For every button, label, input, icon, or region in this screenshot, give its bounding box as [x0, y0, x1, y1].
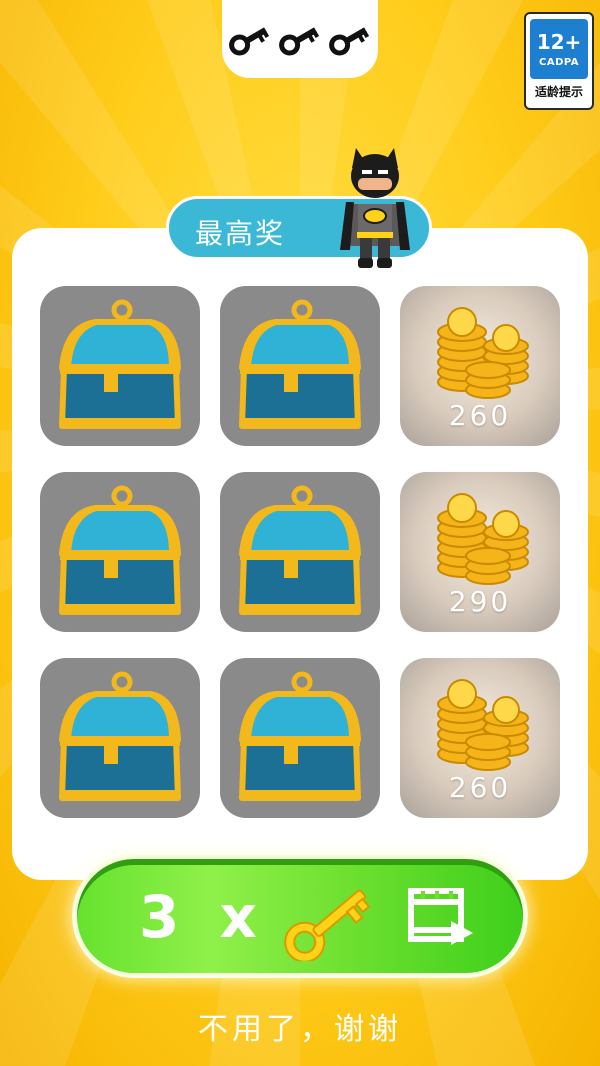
- video-ad-icon: [407, 887, 477, 951]
- top-prize-label: 最高奖: [195, 217, 286, 250]
- key-icon: [228, 21, 272, 57]
- treasure-chest-tile[interactable]: [220, 286, 380, 446]
- coin-reward-tile[interactable]: 290: [400, 472, 560, 632]
- keys-counter: [222, 0, 378, 78]
- key-icon: [275, 881, 385, 965]
- treasure-chest-tile[interactable]: [220, 658, 380, 818]
- age-rating-box: 12+ CADPA: [530, 19, 588, 79]
- watch-ad-triple-button[interactable]: 3 x: [72, 854, 528, 978]
- decline-button[interactable]: 不用了，谢谢: [0, 1004, 600, 1048]
- age-rating-number: 12+: [536, 29, 582, 54]
- coin-reward-tile[interactable]: 260: [400, 658, 560, 818]
- key-icon: [278, 21, 322, 57]
- treasure-chest-tile[interactable]: [40, 472, 200, 632]
- age-rating-badge: 12+ CADPA 适龄提示: [524, 12, 594, 110]
- coin-amount: 260: [448, 771, 512, 804]
- age-rating-tip: 适龄提示: [534, 85, 583, 99]
- key-icon: [328, 21, 372, 57]
- multiplier-label: 3 x: [139, 883, 267, 951]
- treasure-chest-tile[interactable]: [220, 472, 380, 632]
- treasure-chest-tile[interactable]: [40, 658, 200, 818]
- coin-reward-tile[interactable]: 260: [400, 286, 560, 446]
- coin-amount: 260: [448, 399, 512, 432]
- age-rating-org: CADPA: [538, 56, 580, 68]
- coin-amount: 290: [448, 585, 512, 618]
- treasure-chest-tile[interactable]: [40, 286, 200, 446]
- hero-character-icon: [340, 146, 410, 274]
